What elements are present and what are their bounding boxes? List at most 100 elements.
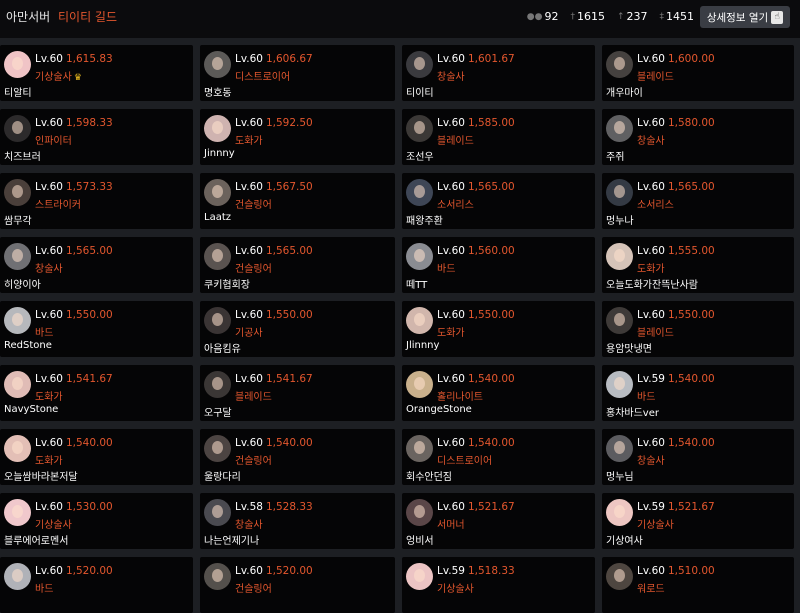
member-card[interactable]: Lv.60 1,567.50 건슬링어 Laatz xyxy=(200,173,395,229)
item-level: 1,573.33 xyxy=(65,181,113,193)
member-card[interactable]: Lv.60 1,520.00 바드 xyxy=(0,557,193,613)
member-card[interactable]: Lv.60 1,601.67 창술사 티이티 xyxy=(402,45,595,101)
pointer-hand-icon: ☝ xyxy=(771,10,784,24)
member-card[interactable]: Lv.60 1,550.00 기공사 아음킴유 xyxy=(200,301,395,357)
avatar xyxy=(406,115,433,142)
level-line: Lv.60 1,540.00 xyxy=(437,437,515,449)
member-card[interactable]: Lv.60 1,592.50 도화가 Jinnny xyxy=(200,109,395,165)
item-level: 1,565.00 xyxy=(667,181,715,193)
character-level: Lv.59 xyxy=(637,373,665,385)
class-line: 소서리스 xyxy=(637,196,674,211)
character-class: 도화가 xyxy=(437,328,465,339)
character-name: 치즈브러 xyxy=(4,152,41,163)
level-line: Lv.60 1,550.00 xyxy=(437,309,515,321)
class-line: 기상술사 xyxy=(35,516,72,531)
character-class: 기상술사 xyxy=(35,72,72,83)
item-level: 1,540.00 xyxy=(65,437,113,449)
member-card[interactable]: Lv.60 1,573.33 스트라이커 쌈무각 xyxy=(0,173,193,229)
item-level: 1,528.33 xyxy=(265,501,313,513)
class-line: 창술사 xyxy=(437,68,465,83)
class-line: 기공사 xyxy=(235,324,263,339)
member-card[interactable]: Lv.60 1,520.00 건슬링어 xyxy=(200,557,395,613)
stat-avg-item-level-value: 1451 xyxy=(666,10,694,23)
member-card[interactable]: Lv.60 1,565.00 건슬링어 쿠키협회장 xyxy=(200,237,395,293)
open-details-button[interactable]: 상세정보 열기 ☝ xyxy=(700,6,790,28)
member-card[interactable]: Lv.60 1,510.00 워로드 xyxy=(602,557,794,613)
class-line: 기상술사 xyxy=(437,580,474,595)
character-name: 티이티 xyxy=(406,88,434,99)
member-card[interactable]: Lv.60 1,606.67 디스트로이어 명호동 xyxy=(200,45,395,101)
avatar xyxy=(204,371,231,398)
member-card[interactable]: Lv.60 1,540.00 창술사 멍누님 xyxy=(602,429,794,485)
item-level: 1,550.00 xyxy=(467,309,515,321)
member-card[interactable]: Lv.60 1,540.00 디스트로이어 회수안던짐 xyxy=(402,429,595,485)
character-level: Lv.60 xyxy=(437,53,465,65)
level-line: Lv.60 1,541.67 xyxy=(235,373,313,385)
level-line: Lv.60 1,565.00 xyxy=(437,181,515,193)
item-level: 1,560.00 xyxy=(467,245,515,257)
level-line: Lv.60 1,550.00 xyxy=(35,309,113,321)
avatar xyxy=(204,51,231,78)
item-level: 1,601.67 xyxy=(467,53,515,65)
level-line: Lv.60 1,573.33 xyxy=(35,181,113,193)
character-level: Lv.60 xyxy=(235,373,263,385)
level-line: Lv.60 1,598.33 xyxy=(35,117,113,129)
class-line: 건슬링어 xyxy=(235,580,272,595)
item-level: 1,510.00 xyxy=(667,565,715,577)
character-level: Lv.60 xyxy=(637,181,665,193)
member-card[interactable]: Lv.60 1,541.67 도화가 NavyStone xyxy=(0,365,193,421)
avatar xyxy=(204,115,231,142)
item-level: 1,565.00 xyxy=(65,245,113,257)
character-class: 블레이드 xyxy=(235,392,272,403)
member-card[interactable]: Lv.60 1,565.00 소서리스 패왕주환 xyxy=(402,173,595,229)
stat-members-value: 92 xyxy=(544,10,559,23)
member-card[interactable]: Lv.60 1,565.00 창술사 히양이아 xyxy=(0,237,193,293)
character-name: 명호동 xyxy=(204,88,232,99)
class-line: 블레이드 xyxy=(437,132,474,147)
avatar xyxy=(406,371,433,398)
item-level: 1,606.67 xyxy=(265,53,313,65)
level-line: Lv.60 1,592.50 xyxy=(235,117,313,129)
member-card[interactable]: Lv.60 1,585.00 블레이드 조선우 xyxy=(402,109,595,165)
character-level: Lv.60 xyxy=(235,181,263,193)
level-line: Lv.60 1,606.67 xyxy=(235,53,313,65)
character-class: 도화가 xyxy=(35,392,63,403)
member-card[interactable]: Lv.60 1,540.00 건슬링어 울랑다리 xyxy=(200,429,395,485)
member-card[interactable]: Lv.60 1,540.00 홀리나이트 OrangeStone xyxy=(402,365,595,421)
member-card[interactable]: Lv.60 1,615.83 기상술사 ♛ 티알티 xyxy=(0,45,193,101)
member-card[interactable]: Lv.59 1,521.67 기상술사 기상여사 xyxy=(602,493,794,549)
member-card[interactable]: Lv.59 1,540.00 바드 홍차바드ver xyxy=(602,365,794,421)
character-name: OrangeStone xyxy=(406,404,472,415)
level-line: Lv.60 1,520.00 xyxy=(35,565,113,577)
class-line: 건슬링어 xyxy=(235,260,272,275)
dagger-icon: ‡ xyxy=(659,11,665,22)
member-card[interactable]: Lv.60 1,550.00 도화가 Jlinnny xyxy=(402,301,595,357)
character-level: Lv.60 xyxy=(35,181,63,193)
character-name: 오구달 xyxy=(204,408,232,419)
member-card[interactable]: Lv.60 1,530.00 기상술사 블루에어로멘서 xyxy=(0,493,193,549)
avatar xyxy=(406,499,433,526)
member-card[interactable]: Lv.60 1,600.00 블레이드 개우마이 xyxy=(602,45,794,101)
member-card[interactable]: Lv.60 1,540.00 도화가 오늘쌈바라본저달 xyxy=(0,429,193,485)
class-line: 워로드 xyxy=(637,580,665,595)
character-level: Lv.60 xyxy=(35,117,63,129)
character-class: 블레이드 xyxy=(437,136,474,147)
member-card[interactable]: Lv.60 1,555.00 도화가 오늘도화가잔뜩난사람 xyxy=(602,237,794,293)
member-card[interactable]: Lv.58 1,528.33 창술사 나는언제기나 xyxy=(200,493,395,549)
member-card[interactable]: Lv.60 1,550.00 바드 RedStone xyxy=(0,301,193,357)
member-card[interactable]: Lv.60 1,580.00 창술사 주쥐 xyxy=(602,109,794,165)
class-line: 바드 xyxy=(35,580,53,595)
member-card[interactable]: Lv.59 1,518.33 기상술사 xyxy=(402,557,595,613)
member-card[interactable]: Lv.60 1,521.67 서머너 엉비서 xyxy=(402,493,595,549)
member-card[interactable]: Lv.60 1,541.67 블레이드 오구달 xyxy=(200,365,395,421)
member-card[interactable]: Lv.60 1,560.00 바드 떼TT xyxy=(402,237,595,293)
character-level: Lv.60 xyxy=(235,53,263,65)
member-card[interactable]: Lv.60 1,550.00 블레이드 용암맛냉면 xyxy=(602,301,794,357)
item-level: 1,540.00 xyxy=(667,373,715,385)
member-card[interactable]: Lv.60 1,565.00 소서리스 멍누나 xyxy=(602,173,794,229)
item-level: 1,565.00 xyxy=(467,181,515,193)
avatar xyxy=(606,243,633,270)
item-level: 1,555.00 xyxy=(667,245,715,257)
character-level: Lv.60 xyxy=(35,309,63,321)
member-card[interactable]: Lv.60 1,598.33 인파이터 치즈브러 xyxy=(0,109,193,165)
